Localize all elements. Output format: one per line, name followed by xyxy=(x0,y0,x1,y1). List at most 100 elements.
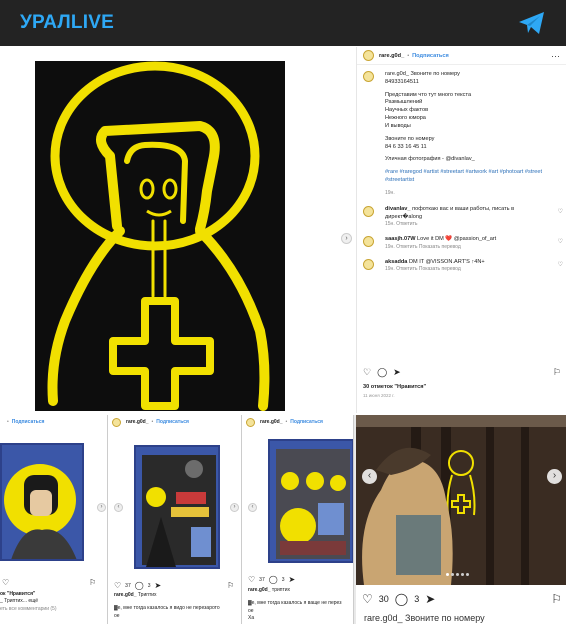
card-header: • Подписаться xyxy=(0,415,107,429)
comment-meta[interactable]: 15н. Ответить xyxy=(385,221,552,228)
comment-item: aksadda DM IT @VISSON.ART'S ↑4N+ 19н. От… xyxy=(357,255,566,277)
post-photo[interactable] xyxy=(35,61,285,411)
heart-icon[interactable]: ♡ xyxy=(558,261,563,270)
card-caption: Триптих xyxy=(137,592,157,598)
separator: • xyxy=(7,419,9,425)
caption-body: Представим что тут много текста Размышле… xyxy=(385,91,472,129)
street-post-caption: rare.g0d_ Звоните по номеру xyxy=(364,613,485,623)
slide-indicator xyxy=(446,573,469,576)
caption-meta: 19н. xyxy=(385,189,395,196)
comment-meta[interactable]: 19н. Ответить Показать перевод xyxy=(385,266,552,273)
comment-icon[interactable]: ◯ xyxy=(135,581,144,590)
card-username[interactable]: rare.g0d_ xyxy=(260,419,283,425)
comments-count: 3 xyxy=(281,576,285,583)
share-icon[interactable]: ➤ xyxy=(393,367,401,378)
post-actions: ♡ ◯ ➤ ⚐ 30 отметок "Нравится" 11 июня 20… xyxy=(357,367,566,398)
share-icon[interactable]: ➤ xyxy=(288,575,295,584)
like-icon[interactable]: ♡ xyxy=(363,367,371,378)
avatar[interactable] xyxy=(363,236,374,248)
bookmark-icon[interactable]: ⚐ xyxy=(89,578,96,587)
avatar[interactable] xyxy=(363,71,374,82)
triptych-card[interactable]: rare.g0d_ • Подписаться ‹ › ♡ 37 ◯ 3 ➤ ⚐… xyxy=(108,415,242,624)
post-username[interactable]: rare.g0d_ xyxy=(379,53,404,59)
card-extra-text: ▓е, мне тогда казалось я видо не перезар… xyxy=(114,605,220,619)
follow-button[interactable]: Подписаться xyxy=(412,53,449,59)
comment-user[interactable]: divanlav_ xyxy=(385,206,411,212)
separator: • xyxy=(285,419,288,425)
likes-count: 30 xyxy=(378,594,389,604)
card-header: rare.g0d_ • Подписаться xyxy=(242,415,353,429)
prev-slide-icon[interactable]: ‹ xyxy=(362,469,377,484)
card-extra-text: ▓е, мне тогда казалось я ваще не перез о… xyxy=(248,600,342,621)
avatar[interactable] xyxy=(363,205,374,217)
card-username[interactable]: rare.g0d_ xyxy=(126,419,149,425)
bookmark-icon[interactable]: ⚐ xyxy=(227,581,234,590)
comment-text: DM IT @VISSON.ART'S ↑4N+ xyxy=(408,258,485,265)
comment-meta[interactable]: 19н. Ответить Показать перевод xyxy=(385,244,552,251)
comment-item: divanlav_ пофоткаю вас и ваши работы, пи… xyxy=(357,202,566,232)
caption-credit: Уличная фотография - @divanlav_ xyxy=(385,156,475,163)
follow-button[interactable]: Подписаться xyxy=(156,419,189,425)
next-slide-icon[interactable]: › xyxy=(230,503,239,512)
separator: • xyxy=(151,419,154,425)
caption-tags[interactable]: #rare #raregod #artist #streetart #artwo… xyxy=(385,169,560,185)
heart-icon[interactable]: ♡ xyxy=(558,238,563,247)
comment-icon[interactable]: ◯ xyxy=(395,592,408,606)
like-icon[interactable]: ♡ xyxy=(362,592,373,606)
comment-icon[interactable]: ◯ xyxy=(377,367,387,378)
comment-user[interactable]: aksadda xyxy=(385,259,407,265)
card-username[interactable]: rare.g0d_ xyxy=(114,592,137,598)
follow-button[interactable]: Подписаться xyxy=(290,419,323,425)
telegram-plane-icon[interactable] xyxy=(516,7,548,39)
comment-user[interactable]: saasjh.07W xyxy=(385,236,415,242)
likes-count[interactable]: ок "Нравится" xyxy=(0,591,57,598)
triptych-card[interactable]: rare.g0d_ • Подписаться ‹ ♡ 37 ◯ 3 ➤ rar… xyxy=(242,415,354,624)
separator: • xyxy=(407,52,410,59)
likes-count[interactable]: 30 отметок "Нравится" xyxy=(363,384,561,390)
street-photo-post[interactable]: ‹ › ♡ 30 ◯ 3 ➤ ⚐ rare.g0d_ Звоните по но… xyxy=(356,415,566,624)
avatar[interactable] xyxy=(246,417,255,427)
avatar[interactable] xyxy=(363,50,374,61)
triptych-card[interactable]: • Подписаться ♡ ⚐ ок "Нравится" _ Трипти… xyxy=(0,415,108,624)
share-icon[interactable]: ➤ xyxy=(154,581,161,590)
comment-text: Love it DM ❤️ @passion_of_art xyxy=(417,236,497,243)
post-date: 11 июня 2022 г. xyxy=(363,393,395,398)
share-icon[interactable]: ➤ xyxy=(425,592,435,606)
main-post: › rare.g0d_ • Подписаться ··· rare.g0d_ … xyxy=(0,47,566,413)
card-caption: триптих xyxy=(271,587,291,593)
artwork-image[interactable] xyxy=(134,445,220,569)
card-caption: _ Триптих... ещё xyxy=(0,598,39,605)
follow-button[interactable]: Подписаться xyxy=(12,419,45,425)
avatar[interactable] xyxy=(363,258,374,270)
comment-item: saasjh.07W Love it DM ❤️ @passion_of_art… xyxy=(357,232,566,254)
comments-count: 3 xyxy=(147,582,151,589)
next-slide-icon[interactable]: › xyxy=(341,233,352,244)
street-photo[interactable] xyxy=(356,415,566,585)
bookmark-icon[interactable]: ⚐ xyxy=(553,367,561,378)
likes-count: 37 xyxy=(125,582,131,589)
channel-header: УРАЛLIVE xyxy=(0,0,566,46)
bottom-grid: • Подписаться ♡ ⚐ ок "Нравится" _ Трипти… xyxy=(0,415,566,624)
like-icon[interactable]: ♡ xyxy=(114,581,121,590)
heart-icon[interactable]: ♡ xyxy=(558,208,563,217)
post-caption: rare.g0d_ Звоните по номеру 84933164511 … xyxy=(357,65,566,197)
like-icon[interactable]: ♡ xyxy=(248,575,255,584)
artwork-image[interactable] xyxy=(0,443,84,561)
post-header: rare.g0d_ • Подписаться ··· xyxy=(357,47,566,65)
more-options-icon[interactable]: ··· xyxy=(551,51,560,61)
avatar[interactable] xyxy=(112,417,121,427)
next-slide-icon[interactable]: › xyxy=(97,503,106,512)
brand-logo[interactable]: УРАЛLIVE xyxy=(20,12,114,34)
bookmark-icon[interactable]: ⚐ xyxy=(551,592,562,606)
caption-call: Звоните по номеру 84 6 33 16 45 11 xyxy=(385,135,435,150)
prev-slide-icon[interactable]: ‹ xyxy=(114,503,123,512)
card-username[interactable]: rare.g0d_ xyxy=(248,587,271,593)
view-comments-link[interactable]: еть все комментарии (5) xyxy=(0,606,57,613)
prev-slide-icon[interactable]: ‹ xyxy=(248,503,257,512)
comments-count: 3 xyxy=(414,594,420,604)
next-slide-icon[interactable]: › xyxy=(547,469,562,484)
comment-icon[interactable]: ◯ xyxy=(269,575,278,584)
like-icon[interactable]: ♡ xyxy=(2,578,9,587)
artwork-image[interactable] xyxy=(268,439,353,563)
caption-title: rare.g0d_ Звоните по номеру 84933164511 xyxy=(385,71,460,85)
